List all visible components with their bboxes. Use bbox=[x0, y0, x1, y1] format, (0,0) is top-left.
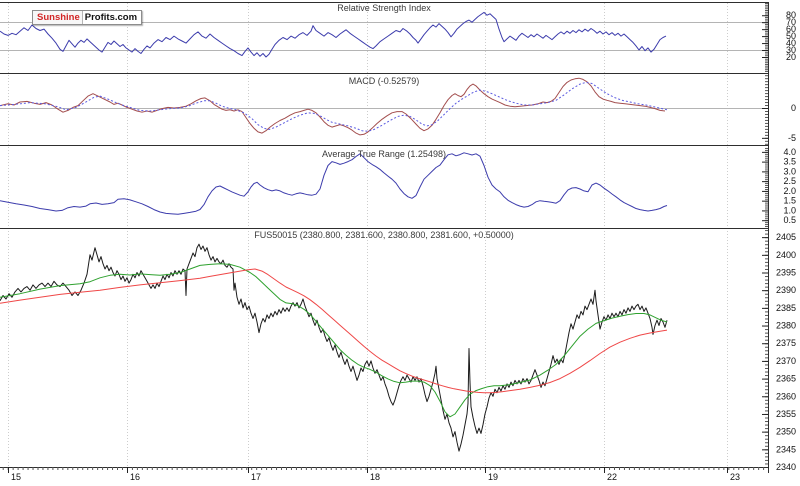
price-panel-area[interactable] bbox=[0, 229, 768, 467]
macd-panel-area[interactable] bbox=[0, 74, 768, 145]
price-axis-area[interactable] bbox=[768, 2, 800, 467]
chart-window: 807060504030200-54.03.53.02.52.01.51.00.… bbox=[0, 0, 800, 486]
time-axis-area[interactable] bbox=[0, 467, 768, 486]
rsi-panel-area[interactable] bbox=[0, 2, 768, 73]
atr-panel-area[interactable] bbox=[0, 146, 768, 228]
